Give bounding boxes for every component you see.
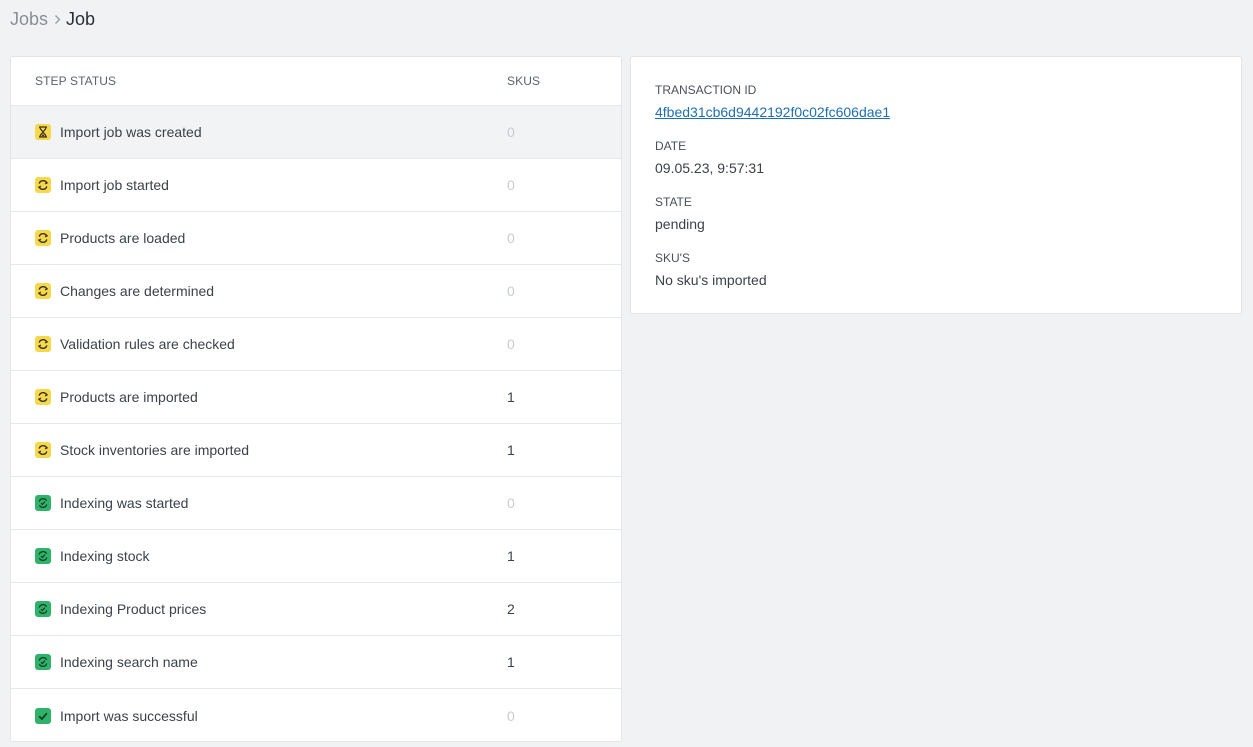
table-row[interactable]: Validation rules are checked 0 <box>11 318 621 371</box>
refresh-icon <box>35 389 51 405</box>
column-header-step-status: STEP STATUS <box>35 74 117 88</box>
table-row[interactable]: Indexing stock 1 <box>11 530 621 583</box>
step-status-cell: Import job was created <box>11 124 507 140</box>
job-details-panel: TRANSACTION ID 4fbed31cb6d9442192f0c02fc… <box>630 56 1242 314</box>
refresh-icon <box>35 230 51 246</box>
sku-count: 0 <box>507 124 515 140</box>
step-status-cell: Indexing search name <box>11 654 507 670</box>
refresh-check-icon <box>35 654 51 670</box>
step-label: Products are imported <box>60 389 198 405</box>
table-row[interactable]: Import was successful 0 <box>11 689 621 741</box>
step-status-cell: Indexing Product prices <box>11 601 507 617</box>
step-status-cell: Indexing was started <box>11 495 507 511</box>
step-status-table: STEP STATUS SKUS Import job was created 0… <box>10 56 622 742</box>
column-header-skus: SKUS <box>507 74 541 88</box>
skus-value: No sku's imported <box>655 272 767 288</box>
sku-count: 0 <box>507 177 515 193</box>
date-value: 09.05.23, 9:57:31 <box>655 160 764 176</box>
transaction-id-link[interactable]: 4fbed31cb6d9442192f0c02fc606dae1 <box>655 103 1217 121</box>
table-row[interactable]: Products are loaded 0 <box>11 212 621 265</box>
step-label: Products are loaded <box>60 230 186 246</box>
step-status-cell: Import was successful <box>11 707 507 724</box>
table-row[interactable]: Stock inventories are imported 1 <box>11 424 621 477</box>
table-row[interactable]: Changes are determined 0 <box>11 265 621 318</box>
state-value: pending <box>655 216 705 232</box>
sku-count: 0 <box>507 283 515 299</box>
sku-count: 1 <box>507 389 515 405</box>
step-label: Indexing search name <box>60 654 198 670</box>
check-icon <box>35 707 51 724</box>
state-label: STATE <box>655 195 692 209</box>
table-header: STEP STATUS SKUS <box>11 57 621 106</box>
sku-count: 2 <box>507 601 515 617</box>
page-title: Job <box>66 8 96 29</box>
step-label: Import was successful <box>60 707 198 724</box>
refresh-icon <box>35 442 51 458</box>
sku-count: 1 <box>507 654 515 670</box>
table-row[interactable]: Indexing was started 0 <box>11 477 621 530</box>
refresh-check-icon <box>35 495 51 511</box>
step-status-cell: Products are imported <box>11 389 507 405</box>
step-status-cell: Indexing stock <box>11 548 507 564</box>
sku-count: 1 <box>507 548 515 564</box>
hourglass-icon <box>35 124 51 140</box>
table-row[interactable]: Import job started 0 <box>11 159 621 212</box>
refresh-icon <box>35 336 51 352</box>
sku-count: 0 <box>507 230 515 246</box>
step-label: Indexing stock <box>60 548 150 564</box>
step-label: Indexing was started <box>60 495 189 511</box>
step-status-cell: Validation rules are checked <box>11 336 507 352</box>
step-status-cell: Stock inventories are imported <box>11 442 507 458</box>
refresh-icon <box>35 177 51 193</box>
chevron-right-icon <box>54 14 61 25</box>
step-status-cell: Products are loaded <box>11 230 507 246</box>
sku-count: 1 <box>507 442 515 458</box>
step-status-cell: Import job started <box>11 177 507 193</box>
step-status-cell: Changes are determined <box>11 283 507 299</box>
table-row[interactable]: Indexing Product prices 2 <box>11 583 621 636</box>
sku-count: 0 <box>507 495 515 511</box>
table-row[interactable]: Products are imported 1 <box>11 371 621 424</box>
step-label: Changes are determined <box>60 283 215 299</box>
step-label: Import job was created <box>60 124 202 140</box>
skus-label: SKU'S <box>655 251 690 265</box>
table-row[interactable]: Import job was created 0 <box>11 106 621 159</box>
table-body: Import job was created 0 Import job starte… <box>11 106 621 741</box>
step-label: Stock inventories are imported <box>60 442 250 458</box>
refresh-check-icon <box>35 548 51 564</box>
step-label: Import job started <box>60 177 169 193</box>
sku-count: 0 <box>507 336 515 352</box>
step-label: Indexing Product prices <box>60 601 207 617</box>
date-label: DATE <box>655 139 687 153</box>
refresh-check-icon <box>35 601 51 617</box>
table-row[interactable]: Indexing search name 1 <box>11 636 621 689</box>
breadcrumb-jobs-link[interactable]: Jobs <box>10 9 48 30</box>
transaction-id-label: TRANSACTION ID <box>655 83 757 97</box>
breadcrumb: Jobs Job <box>10 6 95 32</box>
sku-count: 0 <box>507 707 515 724</box>
refresh-icon <box>35 283 51 299</box>
step-label: Validation rules are checked <box>60 336 235 352</box>
